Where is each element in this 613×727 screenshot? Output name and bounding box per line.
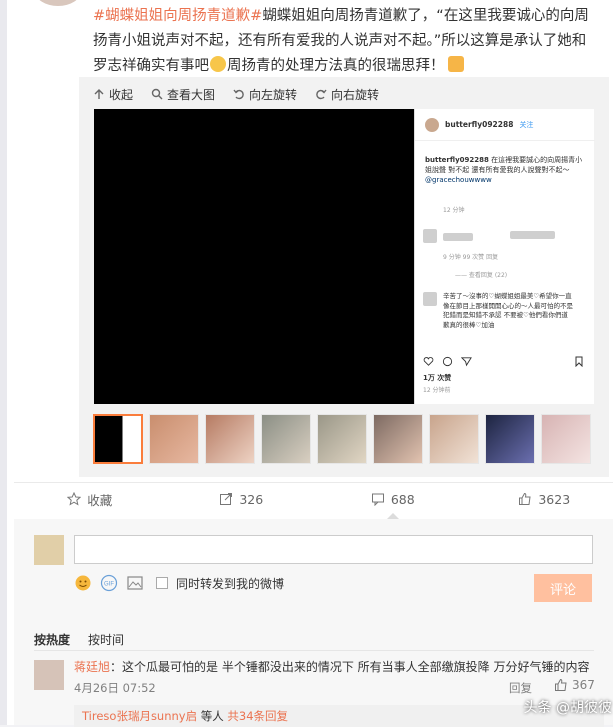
action-bar: 收藏 326 688 3623	[14, 485, 613, 513]
comment-icon	[371, 492, 385, 506]
magnifier-icon	[151, 88, 163, 100]
repost-count: 326	[239, 492, 263, 507]
like-button[interactable]: 3623	[469, 485, 613, 513]
divider	[34, 650, 594, 651]
instagram-screenshot: butterfly092288 关注 butterfly092288 在這裡我要…	[414, 109, 594, 404]
thumbnail-7[interactable]	[429, 414, 479, 464]
ig-tag: @gracechouwwww	[425, 176, 492, 184]
comment-count: 688	[391, 492, 415, 507]
thumbnail-8[interactable]	[485, 414, 535, 464]
thumbnail-5[interactable]	[317, 414, 367, 464]
thumbs-up-emoji-icon	[448, 56, 464, 72]
rotate-left-icon	[233, 88, 245, 100]
thumbs-up-icon	[518, 492, 532, 506]
arrow-up-icon	[93, 88, 105, 100]
ig-view-replies: —— 查看回复 (22)	[455, 270, 507, 279]
ig-caption-user: butterfly092288	[425, 156, 489, 164]
divider	[14, 482, 613, 483]
view-large-label: 查看大图	[167, 86, 215, 103]
view-large-button[interactable]: 查看大图	[151, 85, 215, 103]
share-icon	[461, 356, 472, 367]
comment-text: 蒋廷旭：这个瓜最可怕的是 半个锤都没出来的情况下 所有当事人全部缴旗投降 万分好…	[74, 658, 604, 676]
ig-action-bar	[423, 356, 472, 367]
ig-comment: 辛苦了～沒事的♡蝴蝶姐姐最美♡希望你一直像在節目上那樣開開心心的～人最可怕的不是…	[443, 292, 573, 330]
comment-like-count: 367	[572, 678, 595, 692]
tab-sort-time[interactable]: 按时间	[88, 631, 124, 648]
comment-input[interactable]	[74, 535, 593, 564]
like-count: 3623	[538, 492, 570, 507]
ig-header: butterfly092288 关注	[415, 109, 595, 141]
smile-emoji-icon	[210, 56, 226, 72]
rotate-left-label: 向左旋转	[249, 86, 297, 103]
favorite-button[interactable]: 收藏	[14, 485, 166, 513]
comment-button[interactable]: 688	[317, 485, 469, 513]
thumbnail-6[interactable]	[373, 414, 423, 464]
comment-body: ：这个瓜最可怕的是 半个锤都没出来的情况下 所有当事人全部缴旗投降 万分好气锤的…	[110, 660, 589, 674]
comment-bubble-icon	[442, 356, 453, 367]
commenter-name[interactable]: 蒋廷旭	[74, 660, 110, 674]
thumbnail-strip	[93, 414, 591, 464]
main-photo[interactable]: butterfly092288 关注 butterfly092288 在這裡我要…	[94, 109, 594, 404]
ig-follow: 关注	[519, 120, 533, 130]
rotate-right-icon	[315, 88, 327, 100]
rotate-right-label: 向右旋转	[331, 86, 379, 103]
thumbnail-2[interactable]	[149, 414, 199, 464]
black-video-area	[94, 109, 414, 404]
thumbnail-9[interactable]	[541, 414, 591, 464]
rotate-right-button[interactable]: 向右旋转	[315, 85, 379, 103]
commenter-avatar[interactable]	[34, 660, 64, 690]
ig-blur-avatar	[423, 229, 437, 243]
comment-tools: GIF 同时转发到我的微博	[74, 574, 284, 592]
reply-button[interactable]: 回复	[509, 680, 532, 696]
svg-text:GIF: GIF	[104, 582, 114, 588]
ig-date: 12 分钟前	[423, 385, 451, 394]
thumbnail-4[interactable]	[261, 414, 311, 464]
bookmark-icon	[574, 356, 584, 367]
ig-blur-name	[443, 233, 473, 241]
repost-button[interactable]: 326	[166, 485, 318, 513]
thumbnail-1[interactable]	[93, 414, 143, 464]
topic-link[interactable]: #蝴蝶姐姐向周扬青道歉#	[93, 8, 262, 24]
tab-sort-hot[interactable]: 按热度	[34, 631, 70, 648]
ig-comment-meta: 9 分钟 99 次赞 回复	[443, 252, 498, 261]
ig-caption: butterfly092288 在這裡我要誠心的向周揚青小姐說聲 對不起 還有所…	[425, 155, 585, 185]
my-avatar[interactable]	[34, 535, 64, 565]
collapse-label: 收起	[109, 86, 133, 103]
sort-tabs: 按热度 按时间	[34, 631, 124, 648]
emoji-icon[interactable]	[74, 574, 92, 592]
weibo-post-card: #蝴蝶姐姐向周扬青道歉#蝴蝶姐姐向周扬青道歉了，“在这里我要诚心的向周扬青小姐说…	[0, 0, 613, 725]
ig-caption-time: 12 分钟	[443, 205, 465, 214]
thumbnail-3[interactable]	[205, 414, 255, 464]
ig-blur-avatar-2	[423, 292, 437, 306]
comment-like-button[interactable]: 367	[554, 678, 595, 692]
ig-likes: 1万 次赞	[423, 373, 451, 383]
sub-commenter-name[interactable]: Tireso张瑞月sunny启	[82, 709, 197, 723]
submit-comment-button[interactable]: 评论	[534, 574, 592, 602]
media-toolbar: 收起 查看大图 向左旋转 向右旋转	[93, 85, 379, 103]
post-body-2: 周扬青的处理方法真的很瑞思拜！	[227, 58, 445, 74]
post-text: #蝴蝶姐姐向周扬青道歉#蝴蝶姐姐向周扬青道歉了，“在这里我要诚心的向周扬青小姐说…	[93, 4, 593, 79]
gif-icon[interactable]: GIF	[100, 574, 118, 592]
watermark: 头条 @胡彼彼	[524, 697, 612, 717]
comment-time: 4月26日 07:52	[74, 680, 156, 696]
ig-avatar	[425, 118, 439, 132]
also-repost-label: 同时转发到我的微博	[176, 575, 284, 592]
star-icon	[67, 492, 81, 506]
thumbs-up-icon	[554, 678, 568, 692]
repost-icon	[219, 492, 233, 506]
avatar[interactable]	[35, 0, 81, 6]
repost-checkbox[interactable]	[156, 577, 168, 589]
heart-icon	[423, 356, 434, 367]
sub-comment-text: 等人	[197, 709, 224, 723]
collapse-button[interactable]: 收起	[93, 85, 133, 103]
media-viewer: 收起 查看大图 向左旋转 向右旋转 butterfly092288 关	[79, 77, 609, 477]
comment-section: GIF 同时转发到我的微博 评论 按热度 按时间 蒋廷旭：这个瓜最可怕的是 半个…	[14, 519, 613, 725]
rotate-left-button[interactable]: 向左旋转	[233, 85, 297, 103]
favorite-label: 收藏	[87, 490, 112, 509]
ig-blur-text	[510, 231, 555, 239]
image-icon[interactable]	[126, 574, 144, 592]
sub-comment-count[interactable]: 共34条回复	[227, 709, 288, 723]
ig-username: butterfly092288	[445, 120, 513, 129]
